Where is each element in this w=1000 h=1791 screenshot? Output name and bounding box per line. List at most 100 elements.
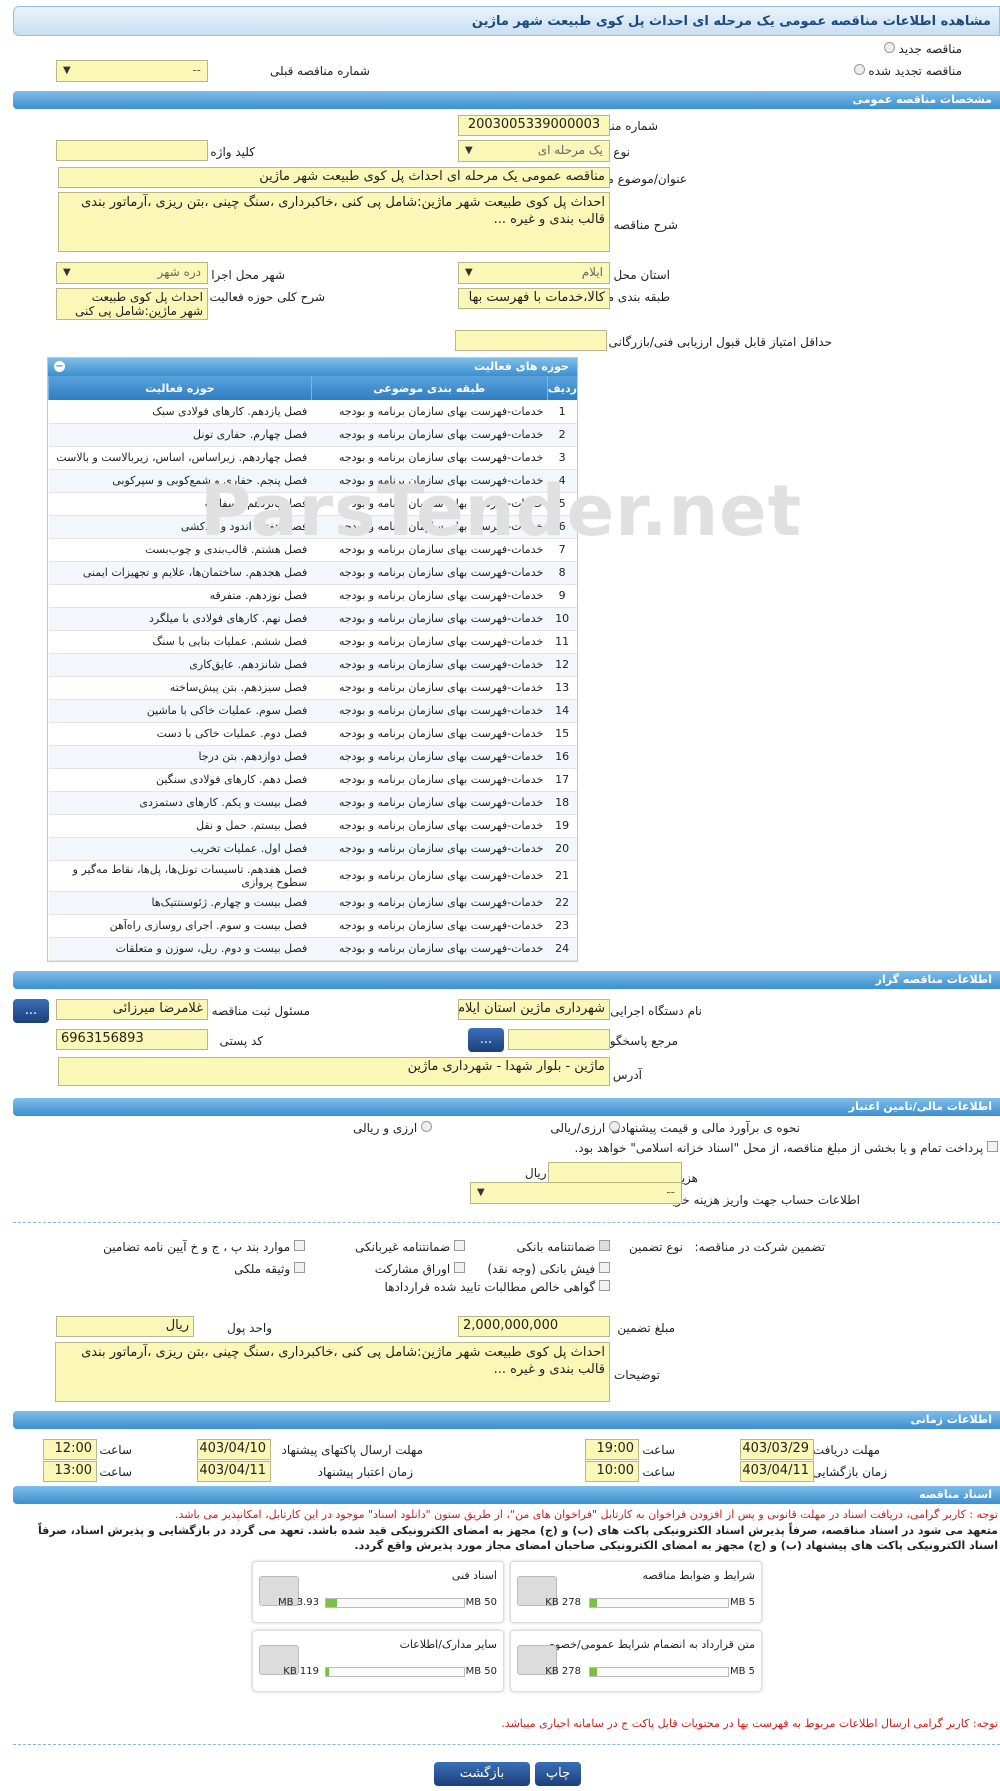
address-field[interactable]: ماژین - بلوار شهدا - شهرداری ماژین xyxy=(58,1057,610,1086)
category-cell: خدمات-فهرست بهای سازمان برنامه و بودجه xyxy=(311,745,548,769)
province-select[interactable]: ایلام ▼ xyxy=(458,262,610,284)
doc-file-card[interactable]: اسناد فنی 50 MB 3.93 MB xyxy=(252,1561,504,1623)
new-tender-radio[interactable]: مناقصه جدید xyxy=(883,42,962,56)
doc-file-card[interactable]: سایر مدارک/اطلاعات 50 MB 119 KB xyxy=(252,1630,504,1692)
section-docs: اسناد مناقصه xyxy=(13,1486,1000,1504)
activity-table-panel: حوزه های فعالیت − ردیف طبقه بندی موضوعی … xyxy=(47,357,578,962)
doc-cost-field[interactable] xyxy=(548,1162,682,1183)
keyword-label: کلید واژه xyxy=(210,145,255,159)
category-cell: خدمات-فهرست بهای سازمان برنامه و بودجه xyxy=(311,423,548,447)
validity-label: زمان اعتبار پیشنهاد xyxy=(317,1465,413,1479)
row-number-cell: 13 xyxy=(547,676,577,700)
renewed-tender-radio[interactable]: مناقصه تجدید شده xyxy=(853,64,962,78)
responsible-more-button[interactable]: ... xyxy=(13,999,49,1023)
activity-cell: فصل سوم. عملیات خاکی با ماشین xyxy=(48,699,312,723)
back-button[interactable]: بازگشت xyxy=(434,1762,530,1786)
collapse-icon[interactable]: − xyxy=(54,361,65,372)
print-button[interactable]: چاپ xyxy=(535,1762,581,1786)
category-cell: خدمات-فهرست بهای سازمان برنامه و بودجه xyxy=(311,937,548,961)
validity-field[interactable]: 1403/04/11 xyxy=(197,1461,271,1482)
activity-cell: فصل یازدهم. کارهای فولادی سبک xyxy=(48,400,312,424)
keyword-field[interactable] xyxy=(56,140,208,161)
prev-tender-value: -- xyxy=(192,63,201,77)
category-field[interactable]: کالا،خدمات با فهرست بها xyxy=(458,288,610,309)
guarantee-nonbank[interactable]: ضمانتنامه غیربانکی xyxy=(355,1240,465,1254)
guarantee-regulation-label: موارد بند پ ، ج و خ آیین نامه تضامین xyxy=(103,1240,291,1254)
category-cell: خدمات-فهرست بهای سازمان برنامه و بودجه xyxy=(311,699,548,723)
opening-time-field[interactable]: 10:00 xyxy=(585,1461,639,1482)
doc-file-card[interactable]: متن قرارداد به انضمام شرایط عمومی/خصوصی … xyxy=(510,1630,762,1692)
org-field[interactable]: شهرداری ماژین استان ایلام xyxy=(458,999,610,1020)
activity-cell: فصل اول. عملیات تخریب xyxy=(48,837,312,861)
city-value: دره شهر xyxy=(157,265,201,279)
description-field[interactable]: احداث پل کوی طبیعت شهر ماژین:شامل پی کنی… xyxy=(58,192,610,252)
table-row: 21 خدمات-فهرست بهای سازمان برنامه و بودجه… xyxy=(48,860,577,892)
postal-code-label: کد پستی xyxy=(219,1034,264,1048)
send-deadline-time-label: ساعت xyxy=(99,1443,132,1457)
doc-deadline-time-label: ساعت xyxy=(642,1443,675,1457)
account-select[interactable]: -- ▼ xyxy=(470,1182,682,1204)
min-score-field[interactable] xyxy=(455,330,607,351)
estimate-option-1[interactable]: ارزی/ریالی xyxy=(550,1121,620,1135)
chevron-down-icon: ▼ xyxy=(63,65,71,76)
activity-cell: فصل ششم. عملیات بنایی با سنگ xyxy=(48,630,312,654)
prev-tender-select[interactable]: -- ▼ xyxy=(56,60,208,82)
reference-field[interactable] xyxy=(508,1029,610,1050)
description-label: شرح مناقصه xyxy=(613,218,678,232)
subject-field[interactable]: مناقصه عمومی یک مرحله ای احداث پل کوی طب… xyxy=(58,167,610,188)
send-deadline-time-field[interactable]: 12:00 xyxy=(43,1439,97,1460)
opening-field[interactable]: 1403/04/11 xyxy=(740,1461,814,1482)
guarantee-claims[interactable]: گواهی خالص مطالبات تایید شده قراردادها xyxy=(385,1280,610,1294)
category-cell: خدمات-فهرست بهای سازمان برنامه و بودجه xyxy=(311,400,548,424)
category-cell: خدمات-فهرست بهای سازمان برنامه و بودجه xyxy=(311,891,548,915)
holding-type-select[interactable]: یک مرحله ای ▼ xyxy=(458,140,610,162)
guarantee-bonds[interactable]: اوراق مشارکت xyxy=(375,1262,465,1276)
reference-more-button[interactable]: ... xyxy=(468,1028,504,1052)
checkbox-icon xyxy=(294,1240,305,1251)
table-row: 17 خدمات-فهرست بهای سازمان برنامه و بودجه… xyxy=(48,768,577,792)
send-deadline-field[interactable]: 1403/04/10 xyxy=(197,1439,271,1460)
chevron-down-icon: ▼ xyxy=(63,267,71,278)
new-tender-label: مناقصه جدید xyxy=(898,42,962,56)
doc-deadline-field[interactable]: 1403/03/29 xyxy=(740,1439,814,1460)
table-row: 19 خدمات-فهرست بهای سازمان برنامه و بودجه… xyxy=(48,814,577,838)
activity-table: ردیف طبقه بندی موضوعی حوزه فعالیت 1 خدمات… xyxy=(48,376,577,961)
treasury-checkbox[interactable]: پرداخت تمام و یا بخشی از مبلغ مناقصه، از… xyxy=(574,1141,998,1155)
row-number-cell: 1 xyxy=(547,400,577,424)
estimate-option-2-label: ارزی و ریالی xyxy=(352,1121,418,1135)
usage-fill xyxy=(326,1599,338,1607)
tender-number-field[interactable]: 2003005339000003 xyxy=(458,115,610,136)
activity-cell: فصل چهارم. حفاری تونل xyxy=(48,423,312,447)
row-number-cell: 12 xyxy=(547,653,577,677)
doc-file-size: 3.93 MB xyxy=(278,1597,319,1608)
guarantee-property[interactable]: وثیقه ملکی xyxy=(234,1262,305,1276)
guarantee-bank[interactable]: ضمانتنامه بانکی xyxy=(517,1240,610,1254)
guarantee-cash[interactable]: فیش بانکی (وجه نقد) xyxy=(487,1262,610,1276)
activity-cell: فصل نوزدهم. متفرقه xyxy=(48,584,312,608)
guarantee-notes-field[interactable]: احداث پل کوی طبیعت شهر ماژین:شامل پی کنی… xyxy=(55,1342,610,1402)
estimate-option-2[interactable]: ارزی و ریالی xyxy=(353,1121,432,1135)
doc-file-max: 50 MB xyxy=(465,1666,497,1677)
guarantee-amount-field[interactable]: 2,000,000,000 xyxy=(458,1316,610,1337)
treasury-text: پرداخت تمام و یا بخشی از مبلغ مناقصه، از… xyxy=(574,1141,984,1155)
table-row: 16 خدمات-فهرست بهای سازمان برنامه و بودجه… xyxy=(48,745,577,769)
city-select[interactable]: دره شهر ▼ xyxy=(56,262,208,284)
table-row: 22 خدمات-فهرست بهای سازمان برنامه و بودجه… xyxy=(48,891,577,915)
min-score-label: حداقل امتیاز قابل قبول ارزیابی فنی/بازرگ… xyxy=(608,335,832,349)
activity-cell: فصل بیست و سوم. اجرای روسازی راه‌آهن xyxy=(48,914,312,938)
activity-summary-field[interactable]: احداث پل کوی طبیعت شهر ماژین:شامل پی کنی xyxy=(56,288,208,320)
doc-deadline-time-field[interactable]: 19:00 xyxy=(585,1439,639,1460)
guarantee-regulation[interactable]: موارد بند پ ، ج و خ آیین نامه تضامین xyxy=(103,1240,305,1254)
doc-file-name: شرایط و ضوابط مناقصه xyxy=(642,1569,756,1582)
doc-file-card[interactable]: شرایط و ضوابط مناقصه 5 MB 278 KB xyxy=(510,1561,762,1623)
currency-field[interactable]: ریال xyxy=(56,1316,194,1337)
category-cell: خدمات-فهرست بهای سازمان برنامه و بودجه xyxy=(311,837,548,861)
category-cell: خدمات-فهرست بهای سازمان برنامه و بودجه xyxy=(311,446,548,470)
send-deadline-label: مهلت ارسال پاکتهای پیشنهاد xyxy=(281,1443,423,1457)
validity-time-field[interactable]: 13:00 xyxy=(43,1461,97,1482)
watermark-logo: ParsTender.net xyxy=(200,470,803,552)
responsible-field[interactable]: غلامرضا میرزائی xyxy=(56,999,208,1020)
guarantee-notes-label: توضیحات xyxy=(613,1368,660,1382)
responsible-label: مسئول ثبت مناقصه xyxy=(211,1004,310,1018)
postal-code-field[interactable]: 6963156893 xyxy=(56,1029,208,1050)
